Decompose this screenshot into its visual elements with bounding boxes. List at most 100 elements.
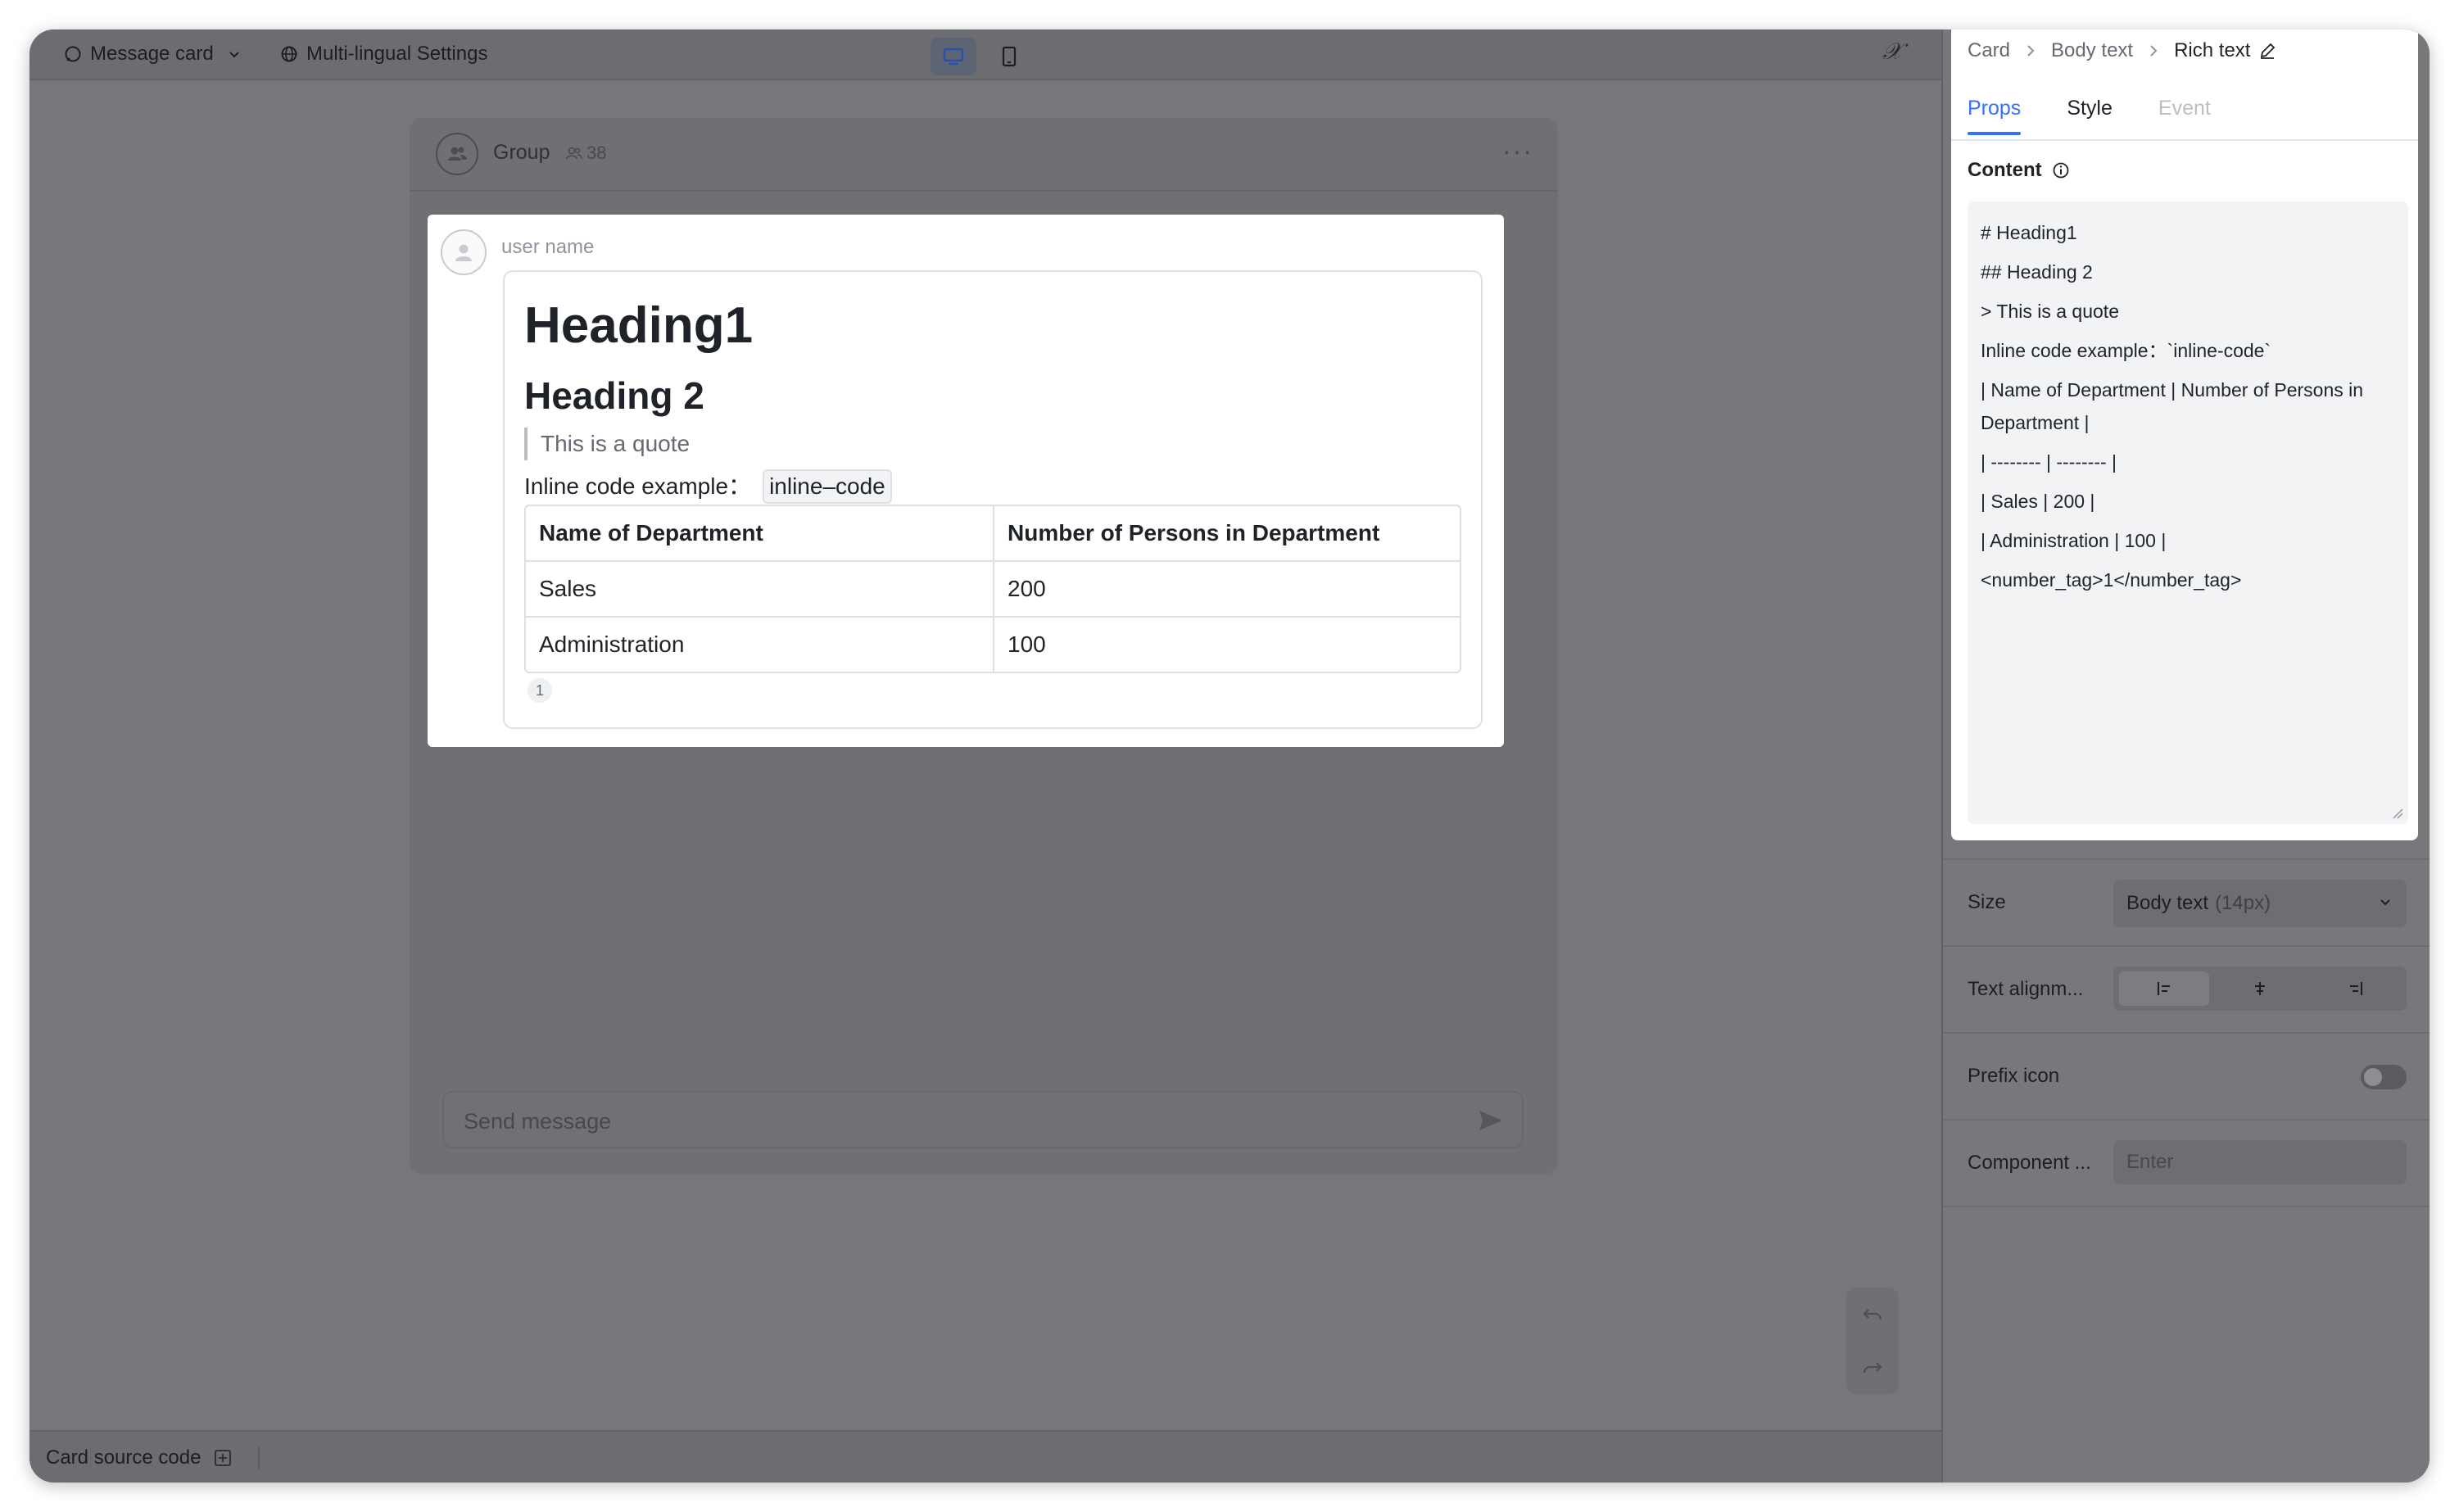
align-center-icon: [2254, 982, 2265, 995]
phone-icon: [1002, 46, 1017, 67]
breadcrumb-rich-text: Rich text: [2174, 39, 2251, 61]
text-alignment-row: Text alignm...: [1943, 945, 2430, 1034]
text-alignment-label: Text alignm...: [1968, 978, 2084, 1000]
number-tag: 1: [528, 678, 552, 703]
table-row: Administration 100: [526, 618, 1460, 672]
redo-icon[interactable]: [1861, 1356, 1884, 1379]
align-left-icon: [2158, 982, 2171, 995]
edit-icon[interactable]: [2258, 42, 2276, 60]
multilingual-settings-label: Multi-lingual Settings: [306, 43, 488, 65]
card-heading-2: Heading 2: [524, 374, 704, 417]
properties-panel: Card Body text Rich text Props Style Eve…: [1941, 29, 2430, 1483]
card-quote: This is a quote: [524, 428, 690, 460]
breadcrumb-body-text[interactable]: Body text: [2051, 39, 2133, 62]
view-mode-switch: [931, 38, 1032, 75]
table-cell: 100: [1008, 632, 1046, 657]
message-card-dropdown[interactable]: Message card: [64, 29, 242, 79]
inline-code-line: Inline code example： inline–code: [524, 469, 892, 505]
inline-code-prefix: Inline code example：: [524, 473, 752, 499]
text-alignment-control: [2113, 967, 2407, 1011]
size-row: Size Body text (14px): [1943, 858, 2430, 947]
bottom-bar: Card source code: [29, 1430, 1941, 1483]
table-cell: Administration: [526, 618, 994, 672]
send-icon[interactable]: [1476, 1106, 1506, 1135]
prefix-icon-toggle[interactable]: [2361, 1065, 2407, 1089]
editor-line: | -------- | -------- |: [1981, 451, 2117, 473]
editor-line: | Sales | 200 |: [1981, 491, 2095, 512]
mobile-view-button[interactable]: [986, 38, 1032, 75]
desktop-view-button[interactable]: [931, 38, 976, 75]
send-message-box: [442, 1091, 1524, 1148]
editor-line: > This is a quote: [1981, 301, 2119, 322]
content-editor[interactable]: # Heading1 ## Heading 2 > This is a quot…: [1968, 201, 2408, 824]
editor-line: # Heading1: [1981, 222, 2077, 243]
panel-tabs: Props Style Event: [1968, 97, 2211, 135]
group-name: Group: [493, 141, 550, 164]
group-avatar: [436, 133, 478, 175]
tab-style[interactable]: Style: [2067, 97, 2113, 120]
table-cell: 200: [994, 562, 1460, 618]
chevron-right-icon: [2027, 45, 2035, 57]
undo-icon[interactable]: [1861, 1303, 1884, 1326]
resize-handle-icon[interactable]: [2390, 806, 2403, 819]
size-value: Body text: [2126, 892, 2209, 914]
breadcrumb-card[interactable]: Card: [1968, 39, 2010, 62]
chat-header: Group 38 ···: [410, 118, 1558, 192]
align-center-button[interactable]: [2215, 971, 2305, 1006]
more-icon[interactable]: ···: [1502, 136, 1533, 166]
component-id-label: Component ...: [1968, 1152, 2091, 1174]
component-id-input[interactable]: [2113, 1140, 2407, 1184]
size-select[interactable]: Body text (14px): [2113, 880, 2407, 927]
expand-icon[interactable]: [214, 1449, 232, 1467]
size-hint: (14px): [2215, 892, 2271, 914]
prefix-icon-label: Prefix icon: [1968, 1065, 2060, 1087]
chat-bubble-icon: [65, 46, 81, 62]
tab-event: Event: [2158, 97, 2211, 120]
member-count-value: 38: [586, 143, 607, 163]
members-icon: [566, 147, 582, 160]
card-source-code-button[interactable]: Card source code: [46, 1446, 201, 1469]
editor-line: ## Heading 2: [1981, 261, 2093, 283]
variables-button[interactable]: 𝒳: [1882, 38, 1902, 66]
tabs-divider: [1951, 139, 2418, 141]
tab-props[interactable]: Props: [1968, 97, 2022, 135]
user-avatar: [441, 229, 487, 275]
content-label-text: Content: [1968, 159, 2042, 181]
editor-line: | Administration | 100 |: [1981, 530, 2167, 551]
inline-code: inline–code: [763, 469, 892, 504]
align-left-button[interactable]: [2119, 971, 2210, 1006]
message-card-preview[interactable]: Heading1 Heading 2 This is a quote Inlin…: [503, 270, 1483, 729]
user-name: user name: [501, 236, 595, 258]
info-icon[interactable]: [2052, 161, 2070, 179]
chevron-down-icon: [229, 52, 239, 58]
app-window: Message card Multi-lingual Settings 𝒳 Gr…: [29, 29, 2430, 1483]
message-card-label: Message card: [90, 43, 214, 65]
table-header-cell: Name of Department: [526, 506, 994, 562]
panel-divider: [1943, 1206, 2430, 1209]
monitor-icon: [943, 48, 964, 66]
table-row: Sales 200: [526, 562, 1460, 618]
top-toolbar: Message card Multi-lingual Settings 𝒳: [29, 29, 1941, 80]
group-icon: [448, 147, 467, 161]
message-item: user name Heading1 Heading 2 This is a q…: [428, 215, 1504, 747]
globe-icon: [281, 46, 297, 62]
align-right-icon: [2349, 982, 2362, 995]
department-table: Name of Department Number of Persons in …: [524, 505, 1461, 673]
prefix-icon-row: Prefix icon: [1943, 1032, 2430, 1120]
card-heading-1: Heading1: [524, 297, 754, 354]
editor-line: <number_tag>1</number_tag>: [1981, 569, 2242, 591]
editor-line: Inline code example：`inline-code`: [1981, 340, 2271, 361]
send-message-input[interactable]: [462, 1102, 1448, 1140]
component-id-row: Component ...: [1943, 1119, 2430, 1207]
undo-redo-controls: [1846, 1288, 1899, 1394]
size-label: Size: [1968, 891, 2006, 913]
table-cell: Sales: [526, 562, 994, 618]
align-right-button[interactable]: [2311, 971, 2401, 1006]
content-label: Content: [1968, 159, 2070, 182]
bottom-divider: [258, 1446, 260, 1469]
user-icon: [455, 244, 472, 261]
table-header-cell: Number of Persons in Department: [994, 506, 1460, 562]
multilingual-settings-button[interactable]: Multi-lingual Settings: [280, 29, 487, 79]
table-header-row: Name of Department Number of Persons in …: [526, 506, 1460, 562]
chevron-down-icon: [2380, 899, 2390, 906]
